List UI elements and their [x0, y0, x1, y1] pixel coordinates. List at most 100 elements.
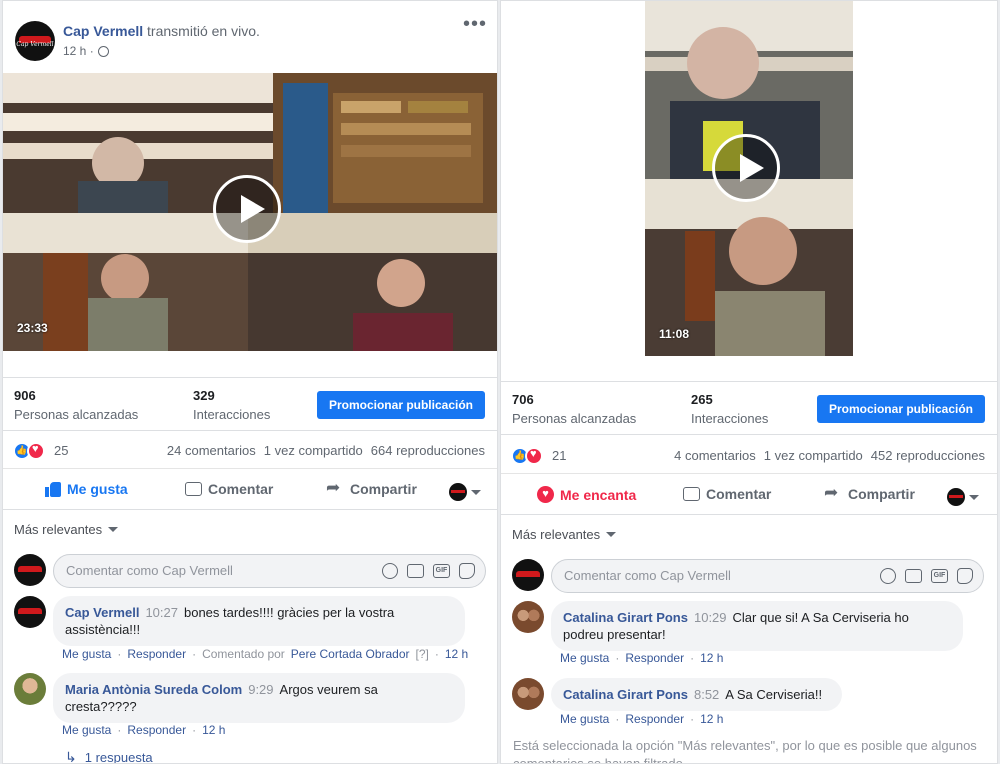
help-link[interactable]: [?]	[416, 647, 429, 661]
comment-age[interactable]: 12 h	[445, 647, 468, 661]
comment-like-link[interactable]: Me gusta	[62, 647, 111, 661]
composer-avatar	[14, 554, 46, 586]
globe-icon	[97, 45, 109, 57]
comment-item: Maria Antònia Sureda Colom 9:29 Argos veur…	[14, 673, 484, 743]
emoji-icon[interactable]	[382, 563, 398, 579]
commenter-link[interactable]: Pere Cortada Obrador	[291, 647, 410, 661]
live-video-player[interactable]: 23:33	[3, 73, 497, 351]
comment-icon	[185, 482, 202, 496]
share-label: Compartir	[350, 481, 417, 497]
comment-bubble: Cap Vermell 10:27 bones tardes!!!! gràcies…	[53, 596, 465, 646]
comment-age[interactable]: 12 h	[202, 723, 225, 737]
like-button[interactable]: Me gusta	[45, 481, 128, 497]
post-card-right: 11:08 706 Personas alcanzadas 265 Intera…	[500, 0, 998, 764]
promote-button[interactable]: Promocionar publicación	[316, 391, 485, 419]
shares-count[interactable]: 1 vez compartido	[764, 448, 863, 463]
reaction-icons[interactable]	[13, 442, 45, 460]
reaction-count[interactable]: 25	[54, 443, 68, 458]
comment-reply-link[interactable]: Responder	[127, 723, 186, 737]
video-duration: 11:08	[659, 327, 690, 341]
reach-label[interactable]: Personas alcanzadas	[14, 407, 138, 422]
comment-like-link[interactable]: Me gusta	[560, 651, 609, 665]
comment-reply-link[interactable]: Responder	[625, 712, 684, 726]
comment-time[interactable]: 8:52	[694, 687, 719, 702]
page-mini-avatar	[947, 488, 965, 506]
emoji-icon[interactable]	[880, 568, 896, 584]
comment-item: Catalina Girart Pons 10:29 Clar que si! A …	[512, 601, 982, 671]
interactions-number: 265	[691, 392, 713, 407]
post-as-selector[interactable]	[449, 483, 481, 501]
comment-label: Comentar	[706, 486, 772, 502]
comment-time[interactable]: 10:29	[694, 610, 727, 625]
share-icon	[824, 483, 842, 503]
comment-button[interactable]: Comentar	[185, 481, 273, 497]
camera-icon[interactable]	[905, 569, 922, 583]
comment-sort-dropdown[interactable]: Más relevantes	[14, 522, 119, 537]
comment-like-link[interactable]: Me gusta	[62, 723, 111, 737]
replies-count: 1 respuesta	[84, 750, 153, 764]
comment-text-line2: cresta?????	[65, 699, 137, 714]
comment-text-line1: bones tardes!!!! gràcies per la vostra	[183, 605, 395, 620]
comments-count[interactable]: 4 comentarios	[674, 448, 756, 463]
sticker-icon[interactable]	[459, 563, 475, 579]
post-timestamp[interactable]: 12 h ·	[63, 44, 94, 58]
gif-icon[interactable]: GIF	[433, 564, 450, 578]
comment-reply-link[interactable]: Responder	[625, 651, 684, 665]
comment-text-line1: Clar que si! A Sa Cerviseria ho	[732, 610, 909, 625]
comment-age[interactable]: 12 h	[700, 712, 723, 726]
camera-icon[interactable]	[407, 564, 424, 578]
page-name-link[interactable]: Cap Vermell	[63, 23, 143, 39]
views-count[interactable]: 452 reproducciones	[871, 448, 985, 463]
play-button[interactable]	[213, 175, 281, 243]
chevron-down-icon	[471, 489, 481, 495]
views-count[interactable]: 664 reproducciones	[371, 443, 485, 458]
comments-count[interactable]: 24 comentarios	[167, 443, 256, 458]
live-video-player[interactable]: 11:08	[645, 1, 853, 356]
comment-like-link[interactable]: Me gusta	[560, 712, 609, 726]
commenter-avatar[interactable]	[512, 678, 544, 710]
comment-text-line2: assistència!!!	[65, 622, 141, 637]
play-button[interactable]	[712, 134, 780, 202]
share-button[interactable]: Compartir	[326, 478, 417, 498]
reach-label[interactable]: Personas alcanzadas	[512, 411, 636, 426]
comment-author[interactable]: Maria Antònia Sureda Colom	[65, 682, 242, 697]
post-meta: 12 h ·	[63, 44, 109, 58]
sticker-icon[interactable]	[957, 568, 973, 584]
reaction-count[interactable]: 21	[552, 448, 566, 463]
interactions-label[interactable]: Interacciones	[691, 411, 768, 426]
reach-number: 706	[512, 392, 534, 407]
view-replies-link[interactable]: ↳ 1 respuesta	[65, 749, 153, 764]
like-label: Me gusta	[67, 481, 128, 497]
comment-author[interactable]: Catalina Girart Pons	[563, 610, 688, 625]
comment-reply-link[interactable]: Responder	[127, 647, 186, 661]
comment-time[interactable]: 9:29	[248, 682, 273, 697]
commenter-avatar[interactable]	[14, 596, 46, 628]
share-button[interactable]: Compartir	[824, 483, 915, 503]
shares-count[interactable]: 1 vez compartido	[264, 443, 363, 458]
comment-time[interactable]: 10:27	[145, 605, 178, 620]
comment-input[interactable]: Comentar como Cap Vermell GIF	[53, 554, 486, 588]
post-as-selector[interactable]	[947, 488, 979, 506]
comment-input[interactable]: Comentar como Cap Vermell GIF	[551, 559, 984, 593]
reactions-summary: 21 4 comentarios 1 vez compartido 452 re…	[501, 436, 997, 474]
comment-age[interactable]: 12 h	[700, 651, 723, 665]
promote-button[interactable]: Promocionar publicación	[816, 395, 985, 423]
comment-author[interactable]: Catalina Girart Pons	[563, 687, 688, 702]
comment-button[interactable]: Comentar	[683, 486, 771, 502]
commenter-avatar[interactable]	[14, 673, 46, 705]
reaction-icons[interactable]	[511, 447, 543, 465]
comment-text: A Sa Cerviseria!!	[725, 687, 823, 702]
comment-sort-dropdown[interactable]: Más relevantes	[512, 527, 617, 542]
love-button[interactable]: ♥ Me encanta	[537, 486, 636, 503]
insights-bar: 706 Personas alcanzadas 265 Interaccione…	[501, 381, 997, 435]
page-avatar[interactable]: Cap Vermell	[15, 21, 55, 61]
more-options-icon[interactable]: •••	[463, 14, 487, 34]
comment-actions: Me gusta · Responder · 12 h	[560, 712, 724, 726]
comment-label: Comentar	[208, 481, 274, 497]
commenter-avatar[interactable]	[512, 601, 544, 633]
comment-author[interactable]: Cap Vermell	[65, 605, 139, 620]
gif-icon[interactable]: GIF	[931, 569, 948, 583]
comment-text-line1: Argos veurem sa	[279, 682, 378, 697]
comment-text-line2: podreu presentar!	[563, 627, 666, 642]
interactions-label[interactable]: Interacciones	[193, 407, 270, 422]
